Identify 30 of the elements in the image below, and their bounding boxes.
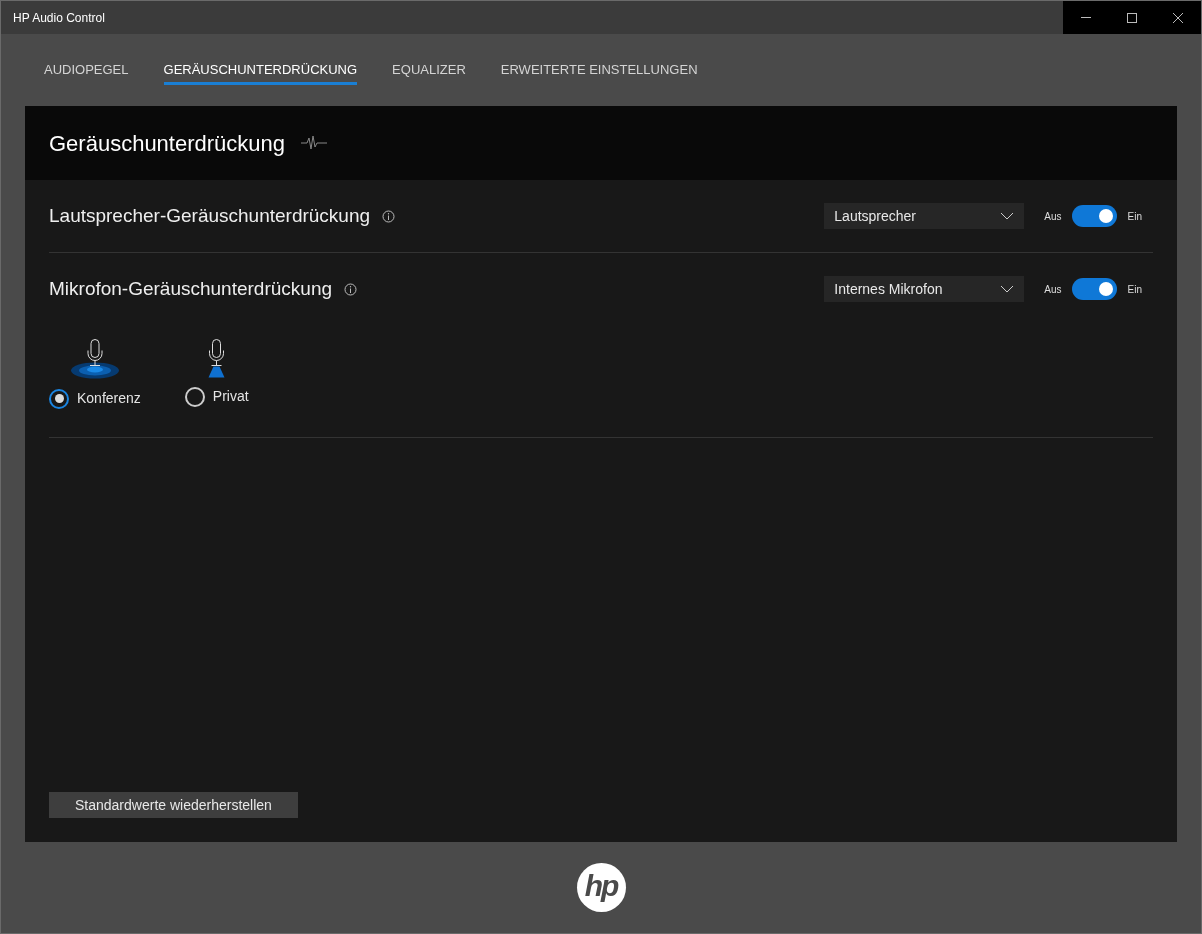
window-title: HP Audio Control [13,9,105,27]
info-icon[interactable] [382,209,396,223]
tab[interactable]: ERWEITERTE EINSTELLUNGEN [500,59,698,85]
microphone-cone-icon [208,339,226,378]
tab[interactable]: AUDIOPEGEL [44,59,129,85]
toggle-switch[interactable] [1071,205,1117,227]
toggle-on-label: Ein [1127,209,1142,224]
tab[interactable]: GERÄUSCHUNTERDRÜCKUNG [163,59,358,85]
dropdown[interactable]: Internes Mikrofon [824,276,1025,302]
radio-button[interactable]: Privat [184,386,249,407]
toggle-switch[interactable] [1071,278,1117,300]
section-label: Mikrofon-Geräuschunterdrückung [49,276,333,301]
toggle-on-label: Ein [1127,282,1142,297]
section-label: Lautsprecher-Geräuschunterdrückung [49,203,371,228]
maximize-icon [1127,12,1137,23]
tab[interactable]: EQUALIZER [392,59,466,85]
dropdown[interactable]: Lautsprecher [824,203,1025,229]
close-icon [1173,12,1183,23]
toggle-off-label: Aus [1044,282,1062,297]
chevron-down-icon [1000,285,1015,293]
waveform-icon [301,135,328,151]
reset-button[interactable]: Standardwerte wiederherstellen [49,792,298,818]
toggle-off-label: Aus [1044,209,1062,224]
minimize-icon [1081,17,1091,18]
microphone-wave-icon [69,339,120,380]
radio-button[interactable]: Konferenz [49,388,141,409]
panel-title: Geräuschunterdrückung [49,129,286,158]
hp-logo: hp [576,863,626,912]
chevron-down-icon [1000,212,1015,220]
info-icon[interactable] [344,282,358,296]
